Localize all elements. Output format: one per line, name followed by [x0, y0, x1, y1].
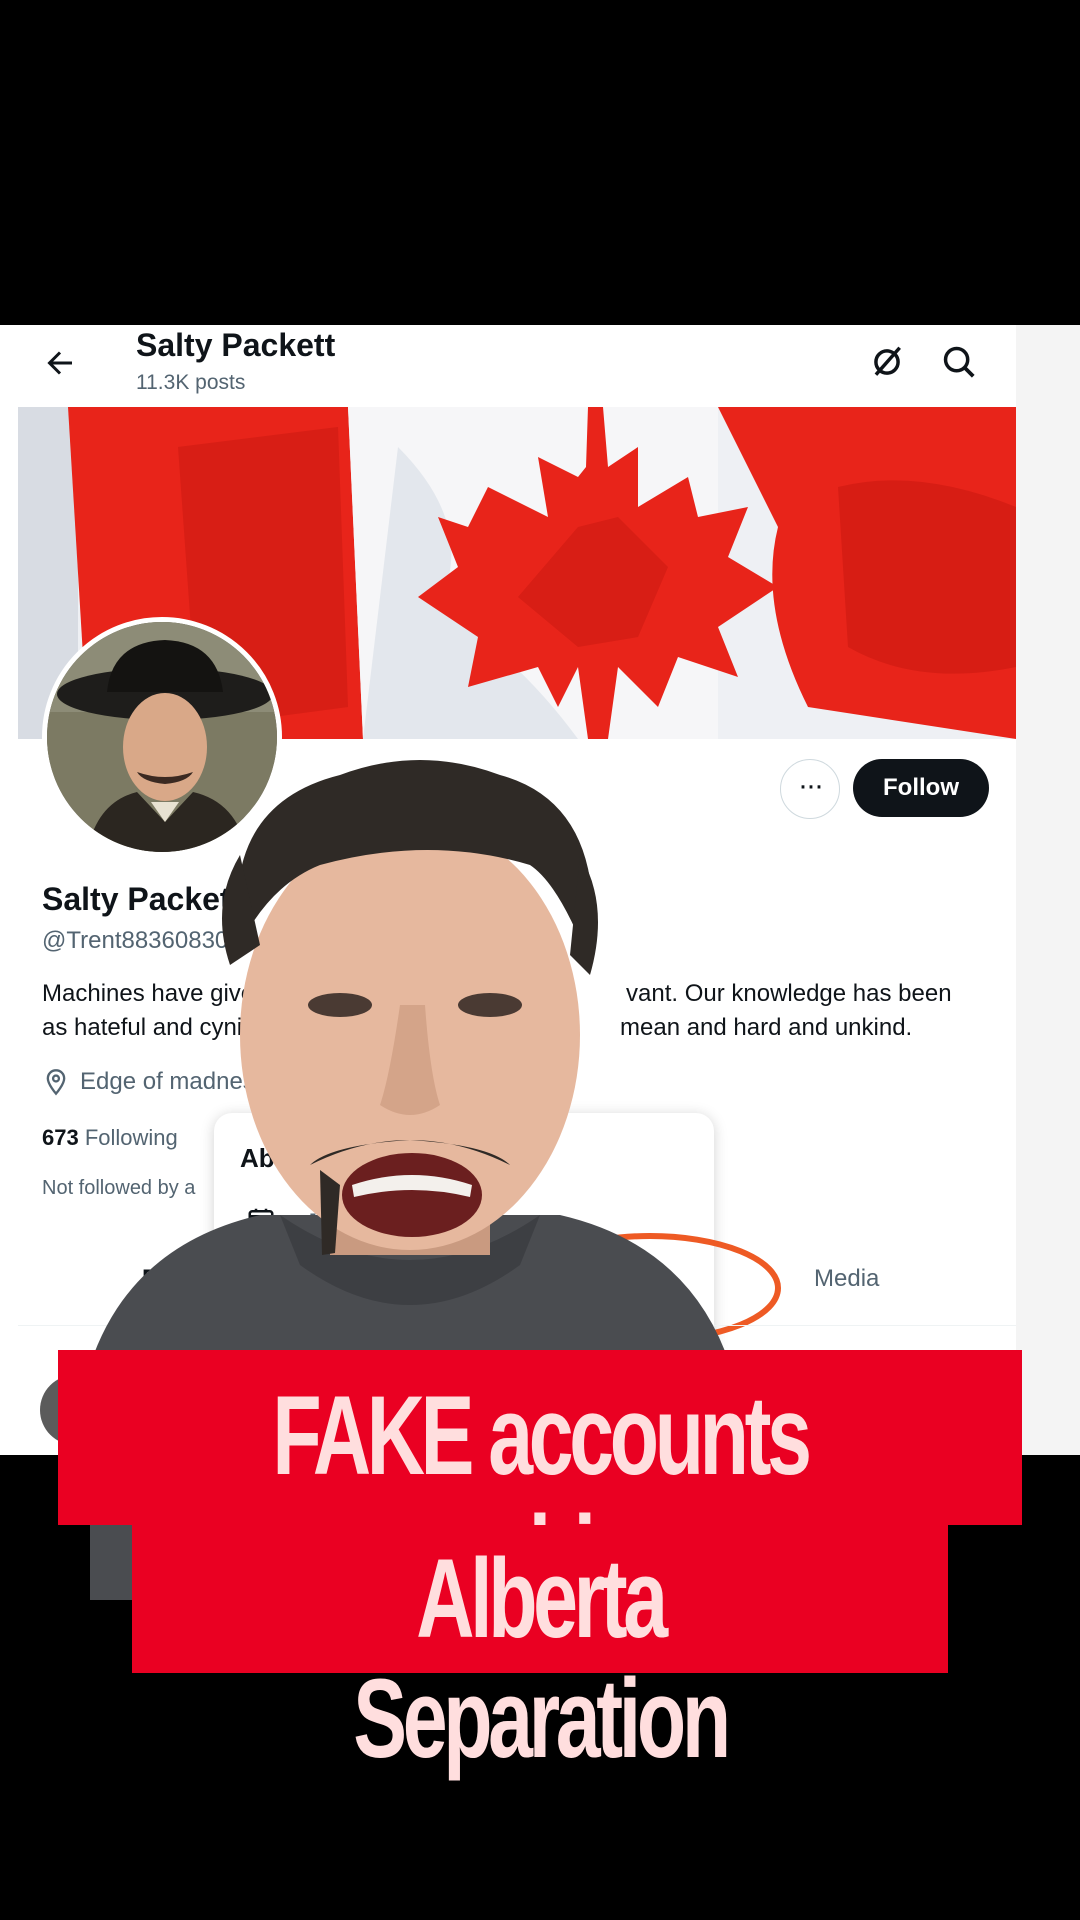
- tab-media[interactable]: Media: [814, 1265, 879, 1293]
- search-icon[interactable]: [940, 343, 978, 381]
- follow-button[interactable]: Follow: [853, 759, 989, 817]
- header-post-count: 11.3K posts: [136, 371, 246, 394]
- caption-line-2: Alberta Separation: [353, 1536, 731, 1781]
- caption-line-2-box: Alberta Separation: [132, 1525, 948, 1779]
- location-pin-icon: [46, 1069, 66, 1096]
- header-title: Salty Packett: [136, 327, 336, 363]
- more-options-label: ···: [798, 769, 824, 802]
- profile-header-bar: Salty Packett 11.3K posts: [0, 325, 1080, 407]
- grok-icon[interactable]: [868, 343, 906, 381]
- adjacent-panel-edge: [1016, 325, 1080, 1455]
- more-options-button[interactable]: ···: [780, 759, 840, 819]
- following-count: 673: [42, 1125, 79, 1150]
- back-arrow-icon[interactable]: [42, 345, 78, 381]
- caption-line-1-box: FAKE accounts pushing: [58, 1350, 1022, 1616]
